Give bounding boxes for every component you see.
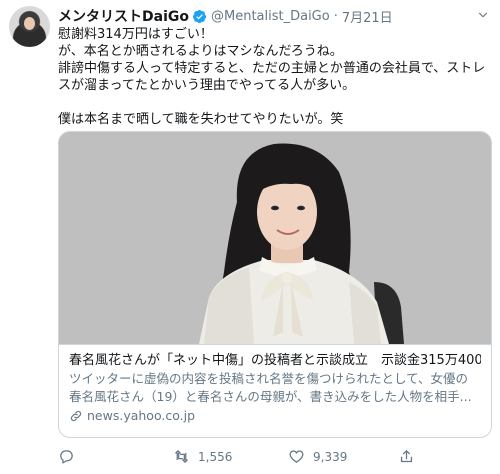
verified-badge-icon bbox=[192, 9, 207, 23]
display-name[interactable]: メンタリストDaiGo bbox=[58, 6, 189, 26]
retweet-count: 1,556 bbox=[198, 449, 233, 464]
card-domain: news.yahoo.co.jp bbox=[69, 407, 481, 425]
card-title: 春名風花さんが「ネット中傷」の投稿者と示談成立 示談金315万400... bbox=[69, 353, 481, 368]
link-card[interactable]: 春名風花さんが「ネット中傷」の投稿者と示談成立 示談金315万400... ツイ… bbox=[58, 131, 492, 438]
share-button[interactable] bbox=[398, 448, 423, 465]
card-description-line: 春名風花さん（19）と春名さんの母親が、書き込みをした人物を相手... bbox=[69, 389, 472, 404]
tweet-text-line: 慰謝料314万円はすごい！ bbox=[58, 27, 213, 42]
retweet-icon bbox=[175, 450, 188, 463]
like-count: 9,339 bbox=[313, 449, 348, 464]
tweet-text-line bbox=[58, 94, 492, 111]
tweet-text-line: 誹謗中傷する人って特定すると、ただの主婦とか普通の会社員で、ストレ bbox=[58, 61, 486, 76]
tweet-date[interactable]: 7月21日 bbox=[342, 7, 393, 26]
caret-down-icon[interactable] bbox=[476, 8, 490, 22]
card-photo bbox=[59, 132, 491, 344]
action-bar: 1,556 9,339 bbox=[58, 448, 478, 468]
separator-dot: · bbox=[333, 8, 338, 24]
share-icon bbox=[400, 450, 413, 463]
reply-button[interactable] bbox=[58, 448, 83, 465]
tweet-text-line: 僕は本名まで晒して職を失わせてやりたいが。笑 bbox=[58, 112, 344, 127]
retweet-button[interactable]: 1,556 bbox=[173, 448, 232, 465]
card-description-line: ツイッターに虚偽の内容を投稿され名誉を傷つけられたとして、女優の bbox=[69, 371, 469, 386]
avatar[interactable] bbox=[9, 6, 50, 47]
reply-icon bbox=[60, 450, 73, 464]
tweet-text: 慰謝料314万円はすごい！ が、本名とか晒されるよりはマシなんだろうね。 誹謗中… bbox=[58, 26, 492, 128]
user-handle[interactable]: @Mentalist_DaiGo bbox=[211, 9, 330, 24]
tweet-text-line: が、本名とか晒されるよりはマシなんだろうね。 bbox=[58, 44, 343, 59]
link-icon bbox=[70, 410, 82, 422]
like-button[interactable]: 9,339 bbox=[288, 448, 347, 465]
like-icon bbox=[289, 450, 304, 463]
tweet-header: メンタリストDaiGo @Mentalist_DaiGo · 7月21日 bbox=[58, 6, 393, 26]
tweet-text-line: スが溜まってたとかいう理由でやってる人が多い。 bbox=[58, 78, 356, 93]
card-body: 春名風花さんが「ネット中傷」の投稿者と示談成立 示談金315万400... ツイ… bbox=[59, 344, 491, 437]
card-domain-text: news.yahoo.co.jp bbox=[87, 408, 196, 423]
